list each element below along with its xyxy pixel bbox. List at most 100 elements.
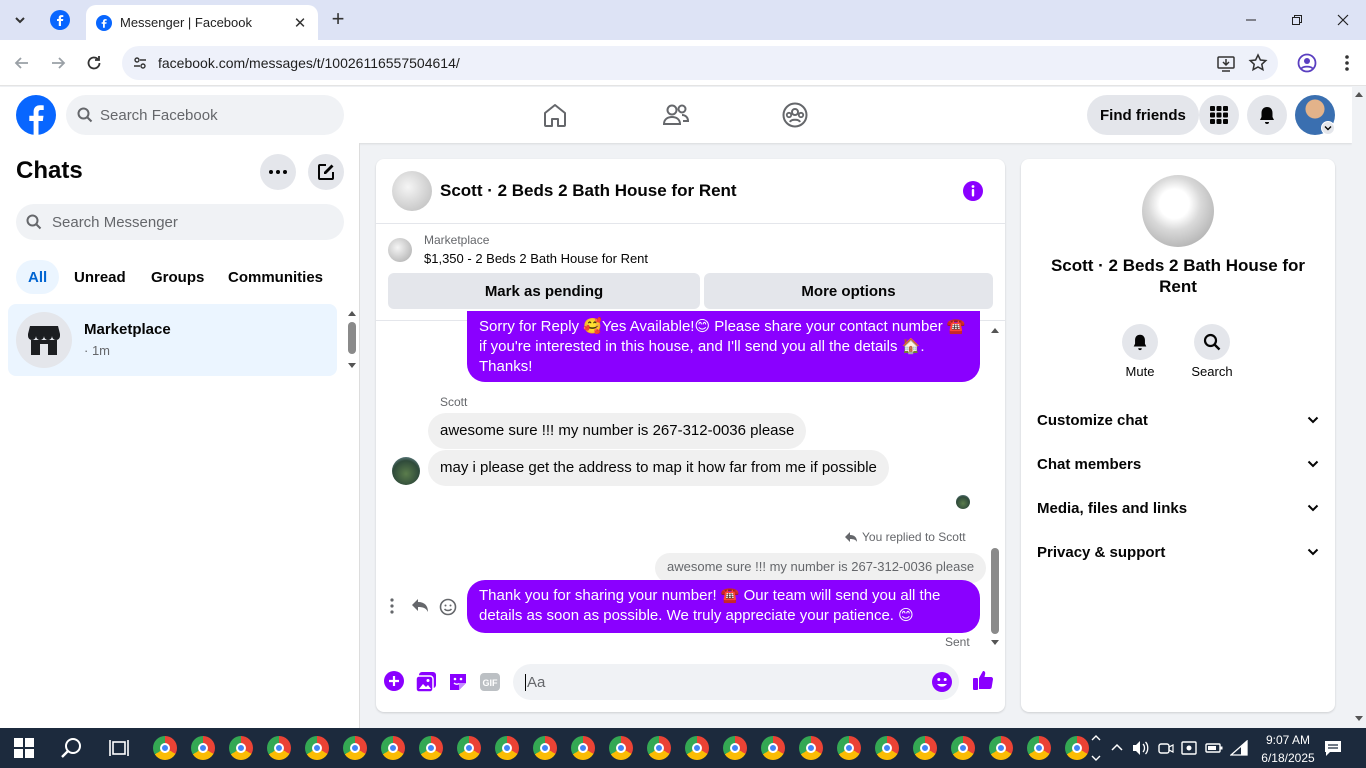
listing-thumbnail[interactable] (388, 238, 412, 262)
site-info-icon[interactable] (132, 55, 148, 71)
privacy-support-row[interactable]: Privacy & support (1037, 532, 1319, 572)
emoji-icon[interactable] (931, 671, 953, 693)
chat-title[interactable]: Scott · 2 Beds 2 Bath House for Rent (440, 181, 737, 201)
bookmark-star-icon[interactable] (1248, 53, 1268, 73)
show-hidden-icons-chevron-icon[interactable] (1110, 741, 1124, 755)
mute-label[interactable]: Mute (1110, 364, 1170, 379)
wifi-icon[interactable] (1230, 740, 1248, 756)
message-more-icon[interactable] (385, 598, 399, 614)
chrome-taskbar-icon[interactable] (723, 736, 747, 760)
profile-icon[interactable] (1297, 53, 1317, 73)
chrome-taskbar-icon[interactable] (913, 736, 937, 760)
like-thumb-icon[interactable] (972, 669, 994, 691)
home-icon[interactable] (541, 101, 569, 129)
screen-capture-icon[interactable] (1181, 740, 1197, 756)
chrome-taskbar-icon[interactable] (381, 736, 405, 760)
chrome-taskbar-icon[interactable] (799, 736, 823, 760)
page-scrollbar[interactable] (1352, 87, 1366, 728)
new-message-icon[interactable] (308, 154, 344, 190)
chrome-taskbar-icon[interactable] (875, 736, 899, 760)
message-outgoing[interactable]: Sorry for Reply 🥰Yes Available!😊 Please … (467, 311, 980, 382)
tab-search-chevron-icon[interactable] (8, 8, 32, 32)
notification-center-icon[interactable] (1324, 739, 1342, 757)
windows-start-icon[interactable] (14, 738, 34, 758)
chrome-taskbar-icon[interactable] (1027, 736, 1051, 760)
mute-bell-icon[interactable] (1122, 324, 1158, 360)
chrome-taskbar-icon[interactable] (533, 736, 557, 760)
new-tab-button[interactable]: + (326, 8, 350, 32)
chrome-taskbar-icon[interactable] (419, 736, 443, 760)
add-attachment-icon[interactable] (383, 670, 405, 692)
restore-icon[interactable] (1274, 0, 1320, 40)
back-icon[interactable] (12, 53, 32, 73)
chrome-taskbar-icon[interactable] (647, 736, 671, 760)
clock[interactable]: 9:07 AM 6/18/2025 (1256, 731, 1320, 767)
close-tab-icon[interactable]: ✕ (288, 14, 312, 32)
chrome-taskbar-icon[interactable] (761, 736, 785, 760)
close-window-icon[interactable] (1320, 0, 1366, 40)
find-friends-button[interactable]: Find friends (1087, 95, 1199, 135)
address-bar[interactable]: facebook.com/messages/t/100261165575046​… (122, 46, 1278, 80)
volume-icon[interactable] (1132, 740, 1150, 756)
chrome-taskbar-icon[interactable] (457, 736, 481, 760)
facebook-logo[interactable] (16, 95, 56, 135)
react-emoji-icon[interactable] (439, 598, 457, 616)
message-outgoing[interactable]: Thank you for sharing your number! ☎️ Ou… (467, 580, 980, 633)
chats-scrollbar[interactable] (346, 308, 358, 372)
filter-all[interactable]: All (16, 260, 60, 294)
filter-groups[interactable]: Groups (139, 260, 216, 294)
reload-icon[interactable] (84, 53, 104, 73)
minimize-icon[interactable] (1228, 0, 1274, 40)
taskbar-overflow-chevrons-icon[interactable] (1090, 731, 1102, 765)
meet-now-icon[interactable] (1158, 740, 1174, 756)
groups-icon[interactable] (781, 101, 809, 129)
sticker-icon[interactable] (447, 671, 469, 693)
chrome-taskbar-icon[interactable] (571, 736, 595, 760)
messages-scrollbar[interactable] (988, 324, 1002, 649)
facebook-tab-icon[interactable] (50, 10, 70, 30)
message-incoming[interactable]: may i please get the address to map it h… (428, 450, 889, 486)
message-input[interactable]: Aa (513, 664, 959, 700)
listing-title[interactable]: $1,350 - 2 Beds 2 Bath House for Rent (424, 251, 648, 266)
quoted-message[interactable]: awesome sure !!! my number is 267-312-00… (655, 553, 987, 583)
battery-icon[interactable] (1205, 740, 1223, 756)
chrome-taskbar-icon[interactable] (267, 736, 291, 760)
message-incoming[interactable]: awesome sure !!! my number is 267-312-00… (428, 413, 807, 449)
filter-unread[interactable]: Unread (62, 260, 138, 294)
chrome-taskbar-icon[interactable] (153, 736, 177, 760)
sender-avatar[interactable] (392, 457, 420, 485)
gif-icon[interactable]: GIF (479, 672, 501, 692)
chat-avatar[interactable] (392, 171, 432, 211)
chrome-taskbar-icon[interactable] (229, 736, 253, 760)
facebook-search-input[interactable]: Search Facebook (66, 95, 344, 135)
chrome-taskbar-icon[interactable] (343, 736, 367, 760)
task-view-icon[interactable] (109, 738, 129, 758)
info-icon[interactable] (962, 180, 984, 202)
taskbar-search-icon[interactable] (61, 737, 83, 759)
customize-chat-row[interactable]: Customize chat (1037, 400, 1319, 440)
chrome-taskbar-icon[interactable] (1065, 736, 1089, 760)
filter-communities[interactable]: Communities (216, 260, 335, 294)
menu-grid-icon[interactable] (1199, 95, 1239, 135)
info-avatar[interactable] (1142, 175, 1214, 247)
more-options-button[interactable]: More options (704, 273, 993, 309)
conversation-item[interactable]: Marketplace · 1m (8, 304, 337, 376)
install-app-icon[interactable] (1216, 53, 1236, 73)
chrome-taskbar-icon[interactable] (685, 736, 709, 760)
account-chevron-icon[interactable] (1321, 121, 1335, 135)
reply-icon[interactable] (411, 598, 429, 614)
attach-photo-icon[interactable] (415, 671, 437, 693)
mark-as-pending-button[interactable]: Mark as pending (388, 273, 700, 309)
friends-icon[interactable] (661, 101, 691, 129)
search-label[interactable]: Search (1182, 364, 1242, 379)
chrome-taskbar-icon[interactable] (837, 736, 861, 760)
chrome-taskbar-icon[interactable] (609, 736, 633, 760)
forward-icon[interactable] (48, 53, 68, 73)
chrome-taskbar-icon[interactable] (989, 736, 1013, 760)
media-files-links-row[interactable]: Media, files and links (1037, 488, 1319, 528)
chrome-taskbar-icon[interactable] (951, 736, 975, 760)
messenger-search-input[interactable]: Search Messenger (16, 204, 344, 240)
chrome-taskbar-icon[interactable] (191, 736, 215, 760)
chat-members-row[interactable]: Chat members (1037, 444, 1319, 484)
active-tab[interactable]: Messenger | Facebook ✕ (86, 5, 318, 40)
